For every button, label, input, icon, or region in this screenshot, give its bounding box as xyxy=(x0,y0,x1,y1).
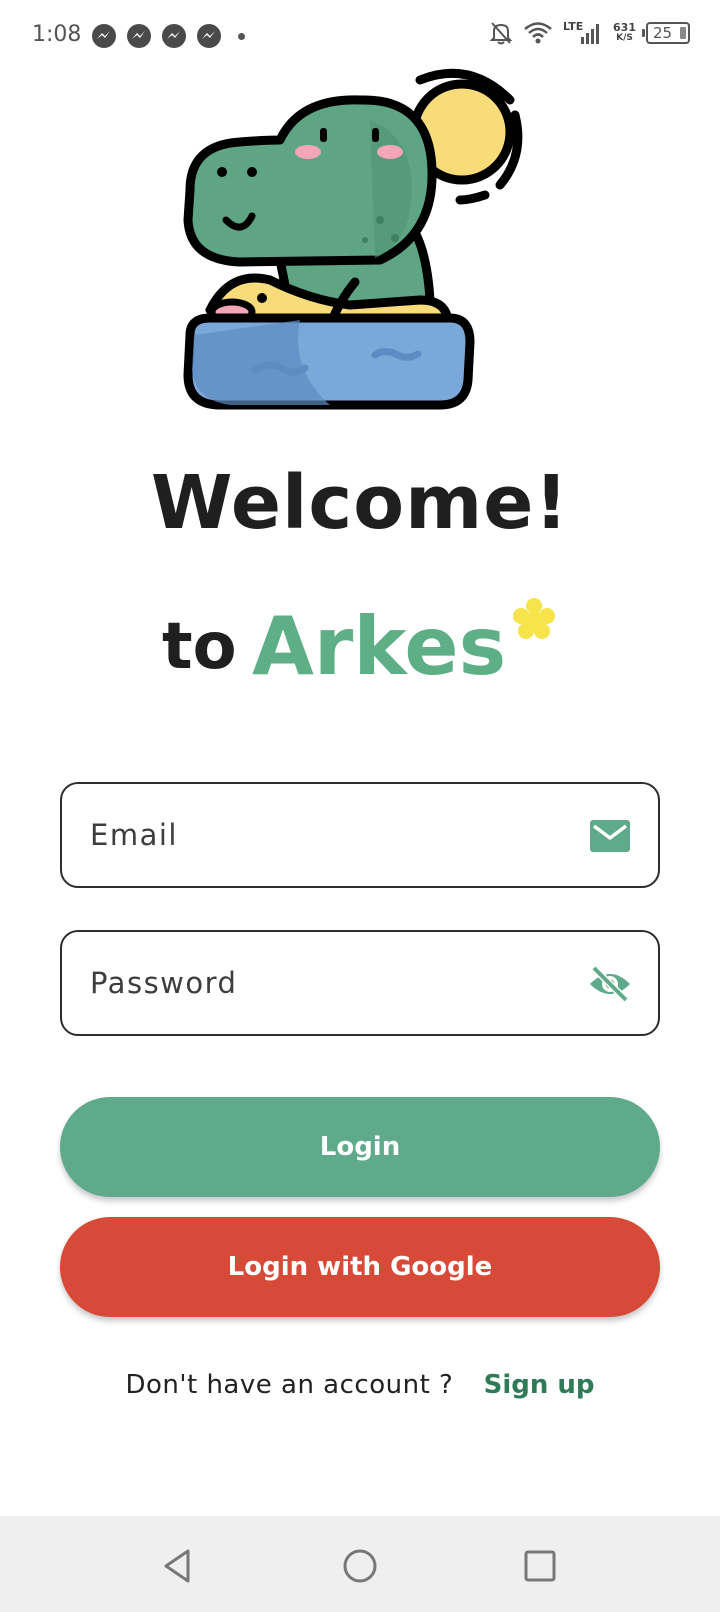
messenger-icon xyxy=(162,24,186,48)
battery-level: 25 xyxy=(653,24,673,42)
battery-icon: 25 xyxy=(642,22,690,44)
signup-prompt: Don't have an account ? xyxy=(125,1370,454,1400)
system-icons: LTE 631 K/S 25 xyxy=(489,20,690,46)
welcome-heading: Welcome! xyxy=(150,460,570,546)
password-input[interactable] xyxy=(90,932,570,1034)
speed-value: 631 xyxy=(613,21,636,34)
back-icon[interactable] xyxy=(158,1546,198,1586)
messenger-icon xyxy=(92,24,116,48)
password-field[interactable] xyxy=(60,930,660,1036)
dinosaur-in-swim-ring-illustration xyxy=(183,68,523,410)
signal-icon: LTE xyxy=(563,20,603,46)
flower-icon xyxy=(513,598,555,639)
messenger-icon xyxy=(197,24,221,48)
signup-row: Don't have an account ? Sign up xyxy=(0,1370,720,1400)
recents-icon[interactable] xyxy=(520,1546,560,1586)
wifi-icon xyxy=(524,22,552,44)
google-login-button[interactable]: Login with Google xyxy=(60,1217,660,1317)
speed-unit: K/S xyxy=(616,33,633,43)
login-button[interactable]: Login xyxy=(60,1097,660,1197)
status-time: 1:08 xyxy=(32,22,82,47)
envelope-icon xyxy=(590,820,630,852)
app-name: Arkes xyxy=(252,600,507,693)
email-field[interactable] xyxy=(60,782,660,888)
notification-icons xyxy=(92,24,245,48)
navigation-bar xyxy=(0,1516,720,1612)
network-speed: 631 K/S xyxy=(613,22,636,44)
signup-link[interactable]: Sign up xyxy=(484,1370,595,1400)
brand-prefix: to xyxy=(162,610,237,684)
dot-icon xyxy=(238,32,245,40)
messenger-icon xyxy=(127,24,151,48)
eye-slash-icon[interactable] xyxy=(588,964,632,1004)
home-icon[interactable] xyxy=(340,1546,380,1586)
email-input[interactable] xyxy=(90,784,570,886)
muted-bell-icon xyxy=(489,22,513,45)
